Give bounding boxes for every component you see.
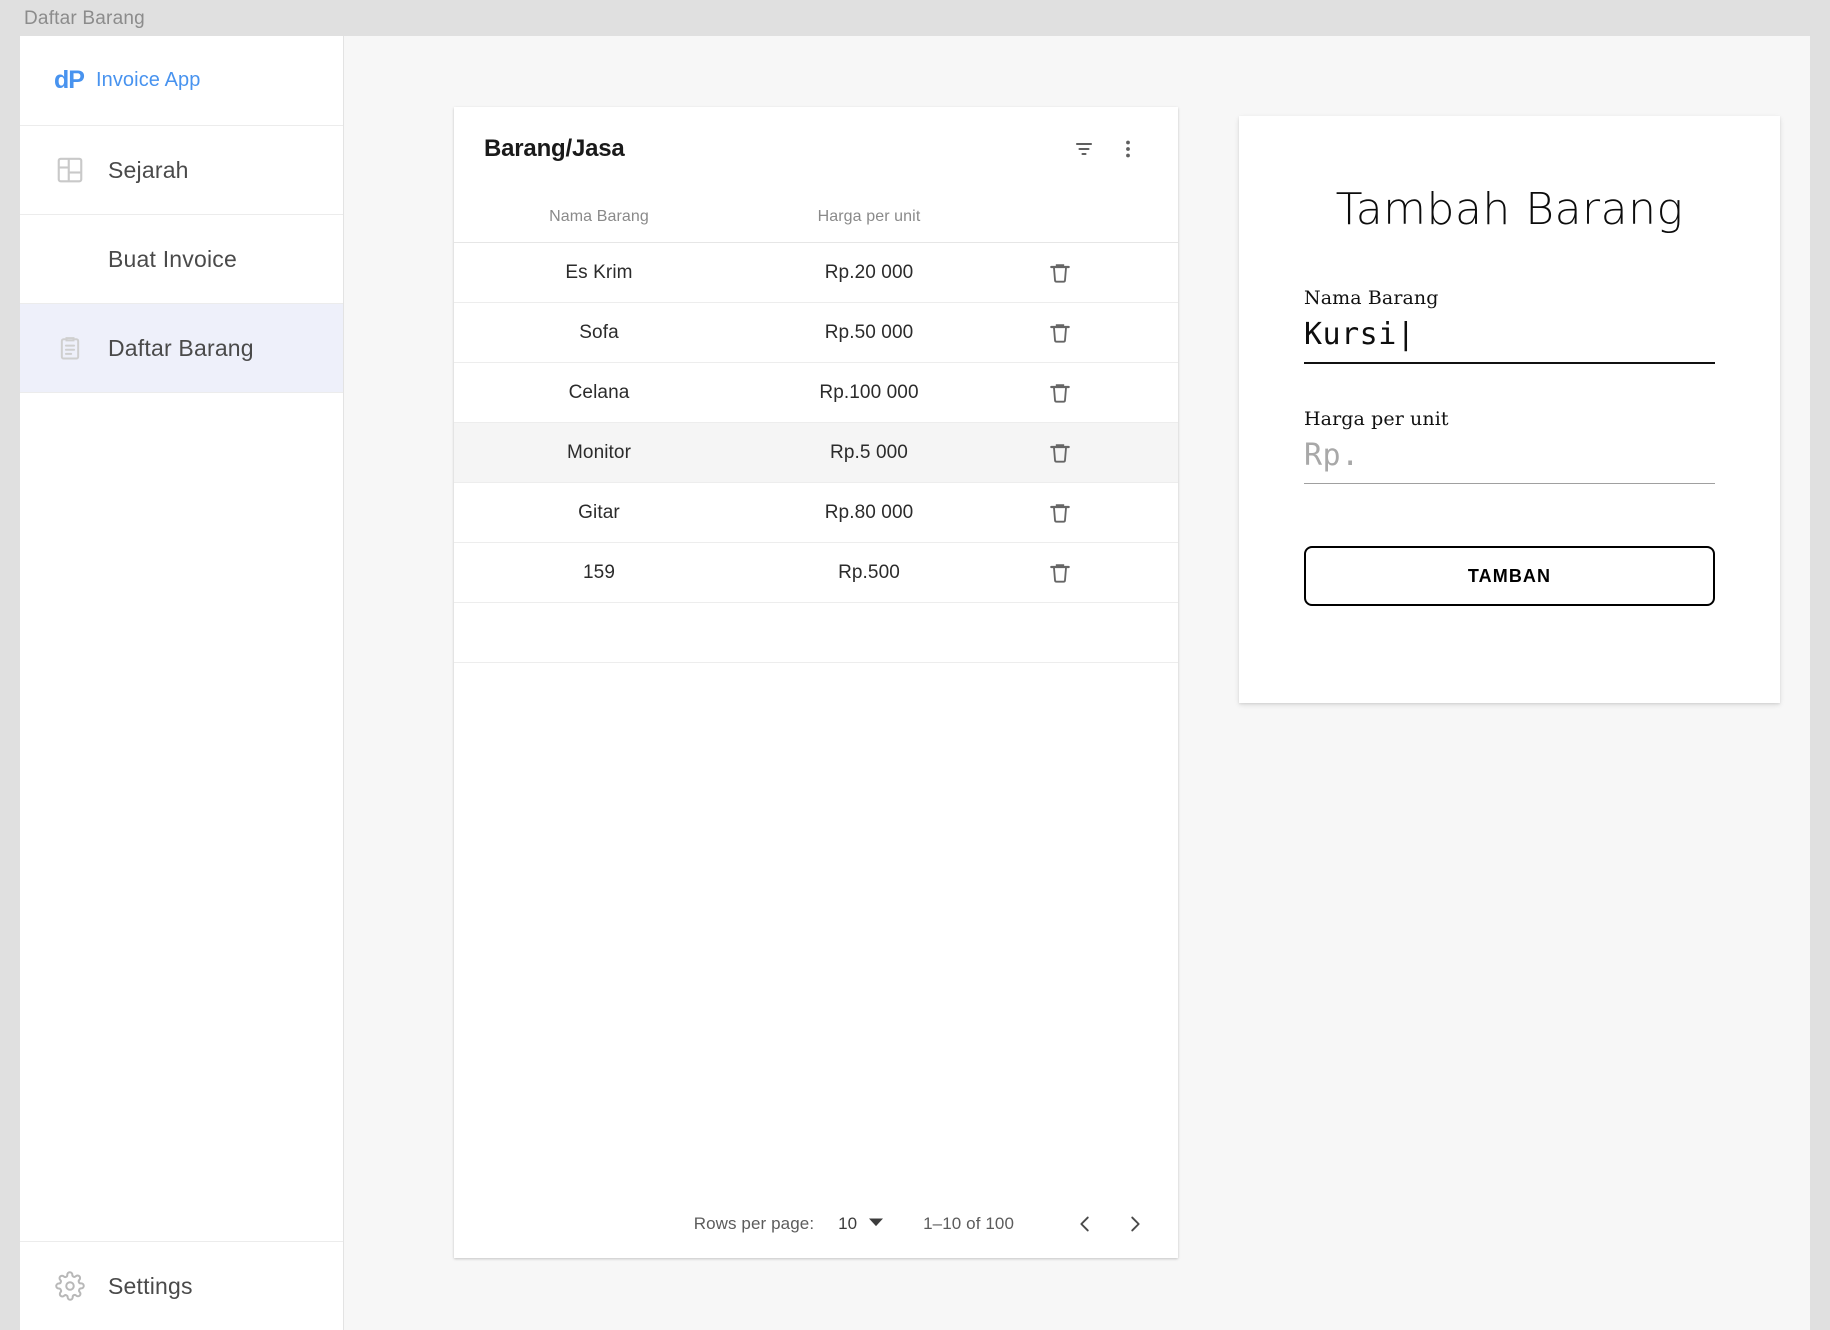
field-label: Nama Barang — [1304, 287, 1439, 309]
trash-icon[interactable] — [1038, 371, 1082, 415]
chevron-right-icon[interactable] — [1114, 1203, 1156, 1245]
more-vertical-icon[interactable] — [1106, 127, 1150, 171]
table-title: Barang/Jasa — [484, 135, 625, 162]
cell-harga: Rp.50 000 — [824, 321, 914, 343]
barang-table-card: Barang/Jasa Nama Barang Harga per unit E… — [454, 107, 1178, 1258]
sidebar-item-label: Buat Invoice — [108, 245, 237, 272]
sidebar: dP Invoice App Sejarah Buat Invoice Daft… — [20, 36, 344, 1330]
trash-icon[interactable] — [1038, 251, 1082, 295]
clipboard-icon — [54, 332, 86, 364]
sidebar-item-settings[interactable]: Settings — [20, 1241, 343, 1330]
cell-nama: Monitor — [566, 441, 632, 463]
chevron-left-icon[interactable] — [1064, 1203, 1106, 1245]
field-harga-per-unit: Harga per unit Rp. — [1304, 408, 1715, 484]
sidebar-item-sejarah[interactable]: Sejarah — [20, 126, 343, 215]
table-row[interactable]: Gitar Rp.80 000 — [454, 483, 1178, 543]
sidebar-item-label: Settings — [108, 1272, 193, 1299]
trash-icon[interactable] — [1038, 311, 1082, 355]
chevron-down-icon — [869, 1215, 884, 1234]
tamban-button-label: TAMBAN — [1467, 565, 1552, 586]
field-label: Harga per unit — [1304, 408, 1449, 430]
cell-harga: Rp.80 000 — [824, 501, 914, 523]
table-row[interactable]: Celana Rp.100 000 — [454, 363, 1178, 423]
main-content: Barang/Jasa Nama Barang Harga per unit E… — [344, 36, 1810, 1330]
gear-icon — [54, 1270, 86, 1302]
field-nama-barang: Nama Barang Kursi| — [1304, 287, 1715, 364]
cell-harga: Rp.20 000 — [824, 261, 914, 283]
table-column-headers: Nama Barang Harga per unit — [454, 191, 1178, 243]
sidebar-item-daftar-barang[interactable]: Daftar Barang — [20, 304, 343, 393]
table-empty-row — [454, 603, 1178, 663]
column-header-harga: Harga per unit — [817, 207, 921, 225]
cell-harga: Rp.5 000 — [830, 441, 908, 463]
rows-per-page-label: Rows per page: — [693, 1214, 815, 1233]
trash-icon[interactable] — [1038, 431, 1082, 475]
table-pagination: Rows per page: 10 1–10 of 100 — [454, 1190, 1178, 1258]
table-row[interactable]: Monitor Rp.5 000 — [454, 423, 1178, 483]
nama-barang-input[interactable]: Kursi| — [1304, 309, 1715, 364]
table-row[interactable]: 159 Rp.500 — [454, 543, 1178, 603]
table-row[interactable]: Sofa Rp.50 000 — [454, 303, 1178, 363]
trash-icon[interactable] — [1038, 551, 1082, 595]
rows-per-page-value: 10 — [838, 1214, 858, 1233]
app-name: Invoice App — [95, 69, 201, 91]
cell-harga: Rp.500 — [838, 561, 900, 583]
brand-header[interactable]: dP Invoice App — [20, 36, 343, 126]
form-title: Tambah Barang — [1335, 184, 1684, 235]
dashboard-icon — [54, 154, 86, 186]
column-header-nama: Nama Barang — [549, 207, 649, 225]
cell-nama: Es Krim — [565, 261, 633, 283]
harga-per-unit-input[interactable]: Rp. — [1304, 430, 1715, 484]
trash-icon[interactable] — [1038, 491, 1082, 535]
table-row[interactable]: Es Krim Rp.20 000 — [454, 243, 1178, 303]
tambah-barang-card: Tambah Barang Nama Barang Kursi| Harga p… — [1239, 116, 1780, 703]
cell-nama: Gitar — [578, 501, 620, 523]
table-toolbar: Barang/Jasa — [454, 107, 1178, 191]
cell-nama: Sofa — [579, 321, 619, 343]
rows-per-page-select[interactable]: 10 — [838, 1214, 884, 1234]
app-root: dP Invoice App Sejarah Buat Invoice Daft… — [20, 36, 1810, 1330]
pagination-range: 1–10 of 100 — [923, 1214, 1014, 1233]
sidebar-item-label: Daftar Barang — [108, 334, 254, 361]
sidebar-item-label: Sejarah — [108, 156, 189, 183]
app-logo: dP — [54, 66, 85, 94]
sidebar-item-buat-invoice[interactable]: Buat Invoice — [20, 215, 343, 304]
cell-nama: 159 — [582, 561, 615, 583]
cell-harga: Rp.100 000 — [819, 381, 919, 403]
cell-nama: Celana — [568, 381, 630, 403]
filter-list-icon[interactable] — [1062, 127, 1106, 171]
tamban-submit-button[interactable]: TAMBAN — [1304, 546, 1715, 606]
window-title: Daftar Barang — [24, 8, 145, 29]
